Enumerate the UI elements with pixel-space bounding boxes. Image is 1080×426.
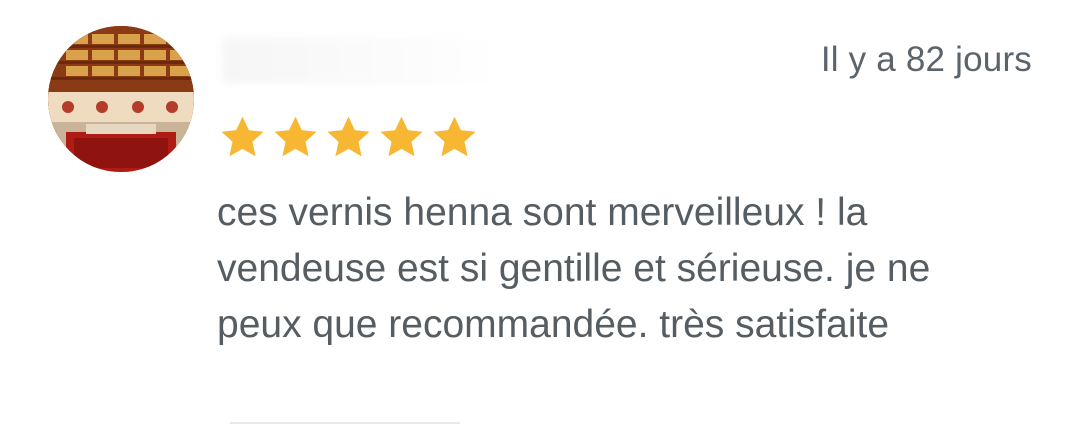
divider bbox=[230, 422, 460, 424]
star-icon bbox=[274, 116, 317, 157]
avatar-image bbox=[48, 26, 194, 172]
review-text: ces vernis henna sont merveilleux ! la v… bbox=[217, 191, 931, 346]
review-card: Il y a 82 jours ces vernis henna sont me… bbox=[0, 0, 1080, 426]
reviewer-name-redacted bbox=[222, 38, 502, 84]
avatar[interactable] bbox=[48, 26, 194, 172]
star-rating bbox=[218, 113, 479, 163]
star-icon bbox=[221, 116, 264, 157]
star-icon bbox=[327, 116, 370, 157]
star-icon bbox=[380, 116, 423, 157]
star-icon bbox=[433, 116, 476, 157]
review-timestamp: Il y a 82 jours bbox=[820, 40, 1032, 79]
